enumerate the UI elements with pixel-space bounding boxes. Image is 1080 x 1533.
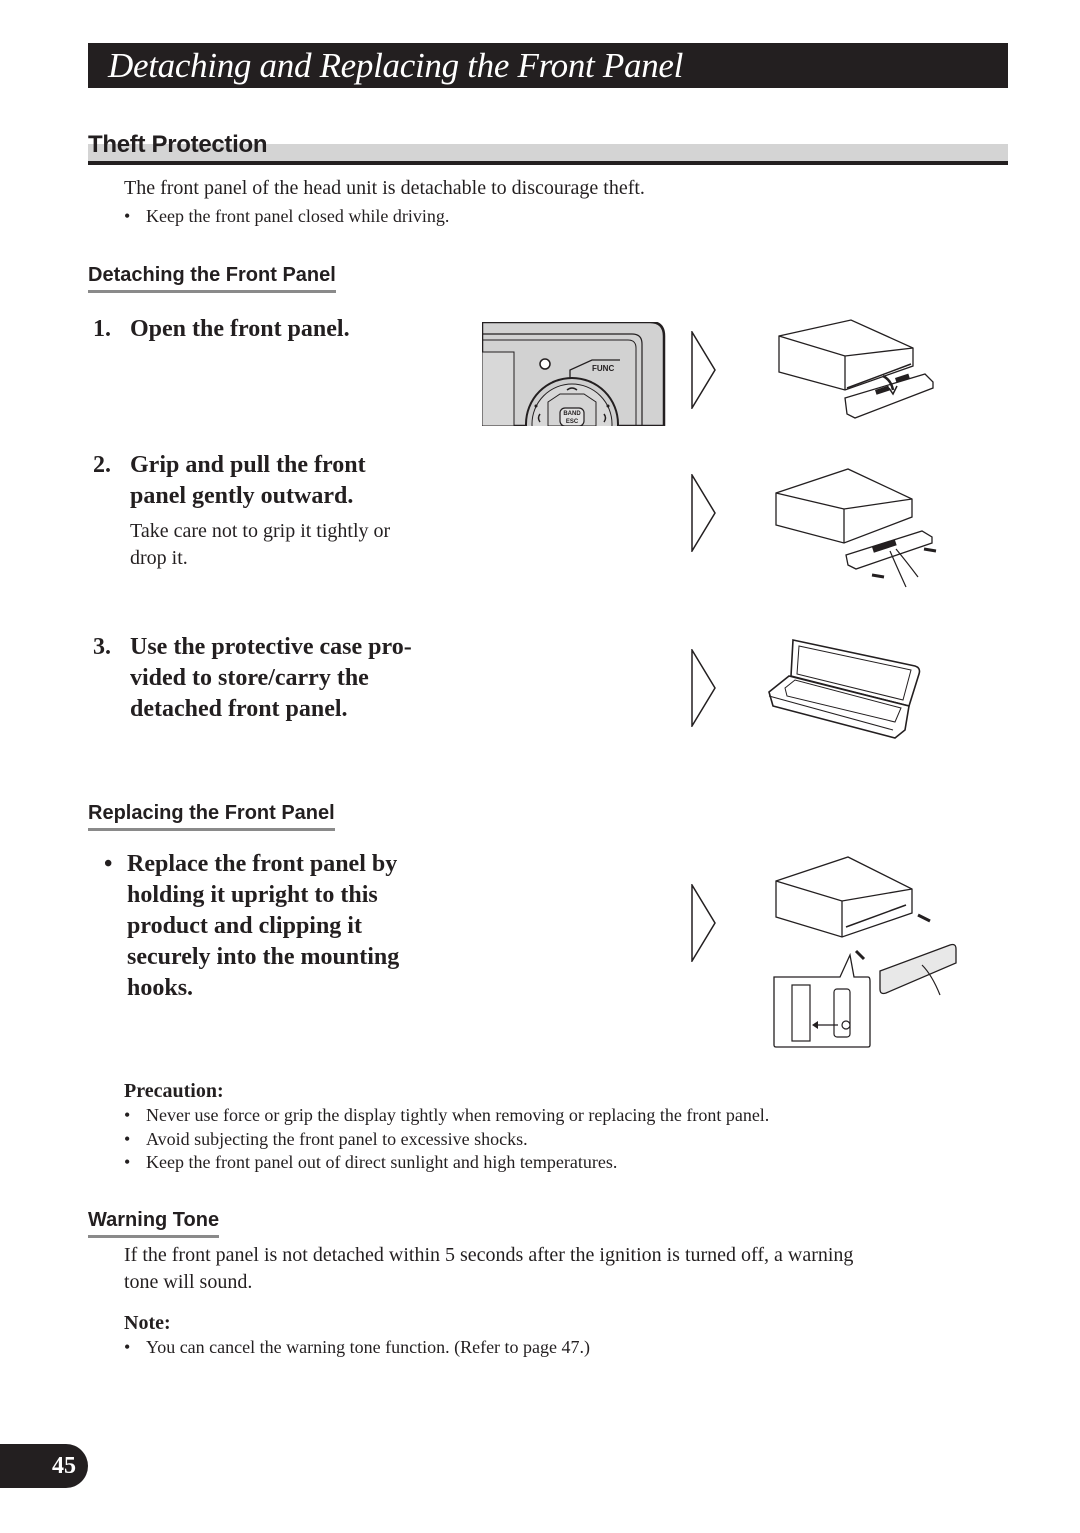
step-arrow-icon: [691, 474, 716, 552]
step-text-line: Use the protective case pro-: [130, 634, 412, 660]
band-label: BAND: [563, 411, 581, 417]
precaution-item: • Keep the front panel out of direct sunl…: [124, 1152, 618, 1172]
step-1: 1. Open the front panel.: [93, 314, 473, 346]
open-panel-illustration: [778, 319, 934, 419]
subheading-replacing: Replacing the Front Panel: [88, 799, 335, 831]
step-text-line: Grip and pull the front: [130, 452, 366, 478]
theft-bullet: • Keep the front panel closed while drivi…: [124, 206, 450, 226]
step-number: 2.: [93, 452, 111, 478]
step-arrow-icon: [691, 884, 716, 962]
step-text-line: detached front panel.: [130, 696, 348, 722]
bullet-glyph: •: [124, 1337, 131, 1357]
bullet-glyph: •: [124, 1105, 131, 1125]
precaution-item: • Avoid subjecting the front panel to exc…: [124, 1129, 528, 1149]
page-number: 45: [52, 1453, 76, 1479]
note-item: • You can cancel the warning tone functio…: [124, 1337, 591, 1357]
theft-intro: The front panel of the head unit is deta…: [124, 177, 645, 199]
replace-line: Replace the front panel by: [127, 851, 398, 877]
replace-line: hooks.: [127, 975, 194, 1001]
protective-case-illustration: [768, 639, 921, 739]
replace-line: product and clipping it: [127, 913, 362, 939]
chapter-title: Detaching and Replacing the Front Panel: [108, 46, 684, 85]
step-2-detail-line: Take care not to grip it tightly or: [130, 520, 391, 542]
step-arrow-icon: [691, 331, 716, 409]
section-title: Theft Protection: [88, 131, 268, 158]
replace-line: holding it upright to this: [127, 882, 378, 908]
warning-body-line: tone will sound.: [124, 1271, 253, 1293]
page-number-badge: 45: [0, 1444, 88, 1488]
step-arrow-icon: [691, 649, 716, 727]
step-text-line: vided to store/carry the: [130, 665, 369, 691]
section-heading-theft-protection: Theft Protection: [88, 128, 1008, 166]
func-label: FUNC: [592, 364, 614, 373]
bullet-glyph: •: [124, 1129, 131, 1149]
step-2-detail-line: drop it.: [130, 547, 188, 569]
step-3: 3. Use the protective case pro- vided to…: [93, 632, 473, 728]
note-heading: Note:: [124, 1312, 171, 1334]
pull-panel-illustration: [775, 468, 937, 588]
replace-line: securely into the mounting: [127, 944, 400, 970]
precaution-heading: Precaution:: [124, 1080, 224, 1102]
bullet-glyph: •: [104, 851, 113, 877]
subheading-warning-tone: Warning Tone: [88, 1206, 220, 1238]
head-unit-closeup-illustration: FUNC BAND ESC: [482, 322, 666, 426]
step-text: Open the front panel.: [130, 316, 350, 342]
precaution-item: • Never use force or grip the display tig…: [124, 1105, 770, 1125]
step-number: 1.: [93, 316, 111, 342]
step-number: 3.: [93, 634, 111, 660]
esc-label: ESC: [566, 419, 579, 425]
subheading-detaching: Detaching the Front Panel: [88, 261, 336, 293]
replace-panel-illustration: [773, 856, 957, 1048]
step-2: 2. Grip and pull the front panel gently …: [93, 450, 473, 514]
bullet-glyph: •: [124, 206, 131, 226]
bullet-glyph: •: [124, 1152, 131, 1172]
replace-instruction: • Replace the front panel by holding it …: [104, 849, 484, 1009]
warning-body-line: If the front panel is not detached withi…: [124, 1244, 854, 1266]
step-text-line: panel gently outward.: [130, 483, 354, 509]
chapter-title-bar: Detaching and Replacing the Front Panel: [88, 43, 1008, 88]
